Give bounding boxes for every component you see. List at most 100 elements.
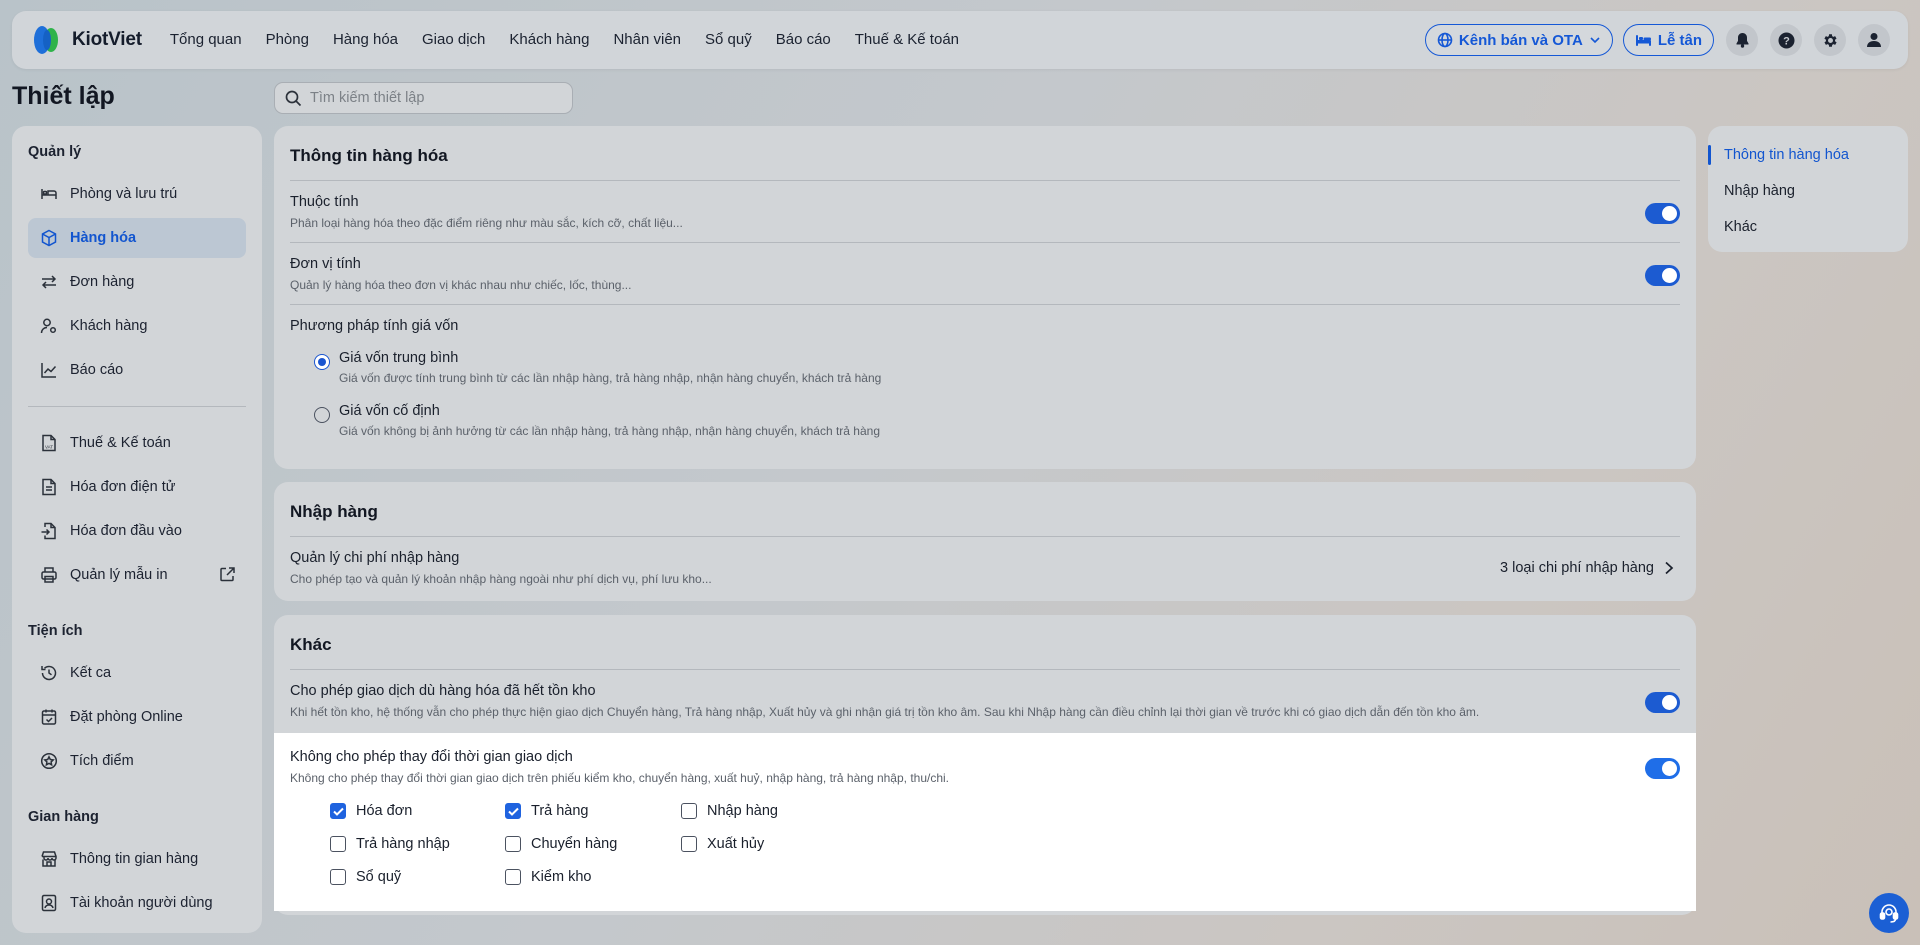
kiotviet-logo-icon <box>30 23 64 57</box>
nav-item-staff[interactable]: Nhân viên <box>601 11 693 69</box>
document-icon <box>40 478 58 496</box>
import-cost-title: Quản lý chi phí nhập hàng <box>290 550 460 566</box>
sidebar-item-label: Khách hàng <box>70 318 148 334</box>
fixed-cost-desc: Giá vốn không bị ảnh hưởng từ các lần nh… <box>339 424 880 438</box>
cashbook-checkbox[interactable] <box>330 869 346 885</box>
sidebar-divider <box>28 406 246 407</box>
lock-time-row: Không cho phép thay đổi thời gian giao d… <box>290 733 1680 793</box>
import-checkbox[interactable] <box>681 803 697 819</box>
lock-time-desc: Không cho phép thay đổi thời gian giao d… <box>290 771 950 785</box>
allow-out-of-stock-title: Cho phép giao dịch dù hàng hóa đã hết tồ… <box>290 683 596 699</box>
sidebar-item-products[interactable]: Hàng hóa <box>28 218 246 258</box>
attributes-setting-row: Thuộc tính Phân loại hàng hóa theo đặc đ… <box>290 181 1680 243</box>
headset-icon <box>1878 902 1900 924</box>
external-link-icon[interactable] <box>219 566 236 583</box>
transfer-label: Chuyển hàng <box>531 836 618 852</box>
sidebar-item-label: Kết ca <box>70 665 112 681</box>
reception-button[interactable]: Lễ tân <box>1622 24 1714 56</box>
allow-out-of-stock-toggle[interactable] <box>1645 692 1680 713</box>
settings-button[interactable] <box>1814 24 1846 56</box>
invoice-checkbox[interactable] <box>330 803 346 819</box>
sidebar-item-orders[interactable]: Đơn hàng <box>28 262 246 302</box>
store-icon <box>40 850 58 868</box>
lock-time-toggle[interactable] <box>1645 758 1680 779</box>
option-transfer[interactable]: Chuyển hàng <box>505 836 681 852</box>
history-icon <box>40 664 58 682</box>
units-title: Đơn vị tính <box>290 256 361 272</box>
notifications-button[interactable] <box>1726 24 1758 56</box>
sidebar-item-online-booking[interactable]: Đặt phòng Online <box>28 697 246 737</box>
support-chat-button[interactable] <box>1869 893 1909 933</box>
invoice-label: Hóa đơn <box>356 803 413 819</box>
sidebar-item-label: Đặt phòng Online <box>70 709 183 725</box>
search-icon <box>285 90 302 107</box>
anchor-import[interactable]: Nhập hàng <box>1708 173 1908 209</box>
option-import-returns[interactable]: Trả hàng nhập <box>330 836 505 852</box>
attributes-toggle[interactable] <box>1645 203 1680 224</box>
fixed-cost-radio[interactable] <box>314 407 330 423</box>
disposal-checkbox[interactable] <box>681 836 697 852</box>
sidebar-item-user-accounts[interactable]: Tài khoản người dùng <box>28 883 246 923</box>
sidebar-item-print-templates[interactable]: Quản lý mẫu in <box>28 555 246 595</box>
sidebar-item-label: Quản lý mẫu in <box>70 567 168 583</box>
allow-out-of-stock-desc: Khi hết tồn kho, hệ thống vẫn cho phép t… <box>290 705 1480 719</box>
chevron-down-icon <box>1589 34 1601 46</box>
sidebar-item-input-invoice[interactable]: Hóa đơn đầu vào <box>28 511 246 551</box>
sidebar-item-store-info[interactable]: Thông tin gian hàng <box>28 839 246 879</box>
cost-method-fixed-option[interactable]: Giá vốn cố định Giá vốn không bị ảnh hưở… <box>290 391 1680 444</box>
option-cashbook[interactable]: Sổ quỹ <box>330 869 505 885</box>
nav-item-rooms[interactable]: Phòng <box>254 11 321 69</box>
sidebar-group-title: Gian hàng <box>28 809 99 825</box>
nav-item-products[interactable]: Hàng hóa <box>321 11 410 69</box>
sidebar-item-label: Thuế & Kế toán <box>70 435 171 451</box>
bed-icon <box>1635 32 1652 48</box>
anchor-product-info[interactable]: Thông tin hàng hóa <box>1708 137 1908 173</box>
nav-item-overview[interactable]: Tổng quan <box>160 11 254 69</box>
transfer-checkbox[interactable] <box>505 836 521 852</box>
sidebar-item-label: Thông tin gian hàng <box>70 851 199 867</box>
sidebar-item-tax-accounting[interactable]: VAT Thuế & Kế toán <box>28 423 246 463</box>
settings-search-box[interactable] <box>274 82 573 114</box>
lock-transaction-time-section: Không cho phép thay đổi thời gian giao d… <box>274 733 1696 911</box>
stocktake-checkbox[interactable] <box>505 869 521 885</box>
import-cost-row[interactable]: Quản lý chi phí nhập hàng Cho phép tạo v… <box>290 537 1680 598</box>
units-toggle[interactable] <box>1645 265 1680 286</box>
attributes-title: Thuộc tính <box>290 194 359 210</box>
sidebar-item-loyalty-points[interactable]: Tích điểm <box>28 741 246 781</box>
option-import[interactable]: Nhập hàng <box>681 803 856 819</box>
sidebar-item-label: Phòng và lưu trú <box>70 186 178 202</box>
user-account-button[interactable] <box>1858 24 1890 56</box>
lock-time-options: Hóa đơn Trả hàng Nhập hàng Trả hàng nhập… <box>290 793 1680 885</box>
sales-channel-ota-button[interactable]: Kênh bán và OTA <box>1424 24 1613 56</box>
option-invoice[interactable]: Hóa đơn <box>330 803 505 819</box>
option-disposal[interactable]: Xuất hủy <box>681 836 856 852</box>
nav-item-transactions[interactable]: Giao dịch <box>410 11 497 69</box>
import-cost-types-label: 3 loại chi phí nhập hàng <box>1500 560 1654 576</box>
returns-checkbox[interactable] <box>505 803 521 819</box>
brand-logo[interactable]: KiotViet <box>30 23 142 57</box>
svg-text:VAT: VAT <box>45 445 53 450</box>
user-icon <box>1866 32 1882 48</box>
option-returns[interactable]: Trả hàng <box>505 803 681 819</box>
nav-item-tax-accounting[interactable]: Thuế & Kế toán <box>843 11 971 69</box>
average-cost-radio[interactable] <box>314 354 330 370</box>
sidebar-item-shift-close[interactable]: Kết ca <box>28 653 246 693</box>
sidebar-item-label: Đơn hàng <box>70 274 135 290</box>
other-title: Khác <box>290 615 1680 670</box>
sidebar-item-customers[interactable]: Khách hàng <box>28 306 246 346</box>
sidebar-item-rooms-stay[interactable]: Phòng và lưu trú <box>28 174 246 214</box>
option-stocktake[interactable]: Kiểm kho <box>505 869 681 885</box>
anchor-other[interactable]: Khác <box>1708 209 1908 245</box>
nav-item-reports[interactable]: Báo cáo <box>764 11 843 69</box>
import-returns-checkbox[interactable] <box>330 836 346 852</box>
nav-item-cashbook[interactable]: Sổ quỹ <box>693 11 764 69</box>
settings-search-input[interactable] <box>310 90 562 106</box>
import-cost-desc: Cho phép tạo và quản lý khoản nhập hàng … <box>290 572 712 586</box>
import-cost-types-link[interactable]: 3 loại chi phí nhập hàng <box>1500 560 1674 576</box>
help-button[interactable]: ? <box>1770 24 1802 56</box>
sidebar-item-e-invoice[interactable]: Hóa đơn điện tử <box>28 467 246 507</box>
sidebar-item-reports[interactable]: Báo cáo <box>28 350 246 390</box>
nav-item-customers[interactable]: Khách hàng <box>497 11 601 69</box>
product-info-title: Thông tin hàng hóa <box>290 126 1680 181</box>
cost-method-average-option[interactable]: Giá vốn trung bình Giá vốn được tính tru… <box>290 344 1680 391</box>
